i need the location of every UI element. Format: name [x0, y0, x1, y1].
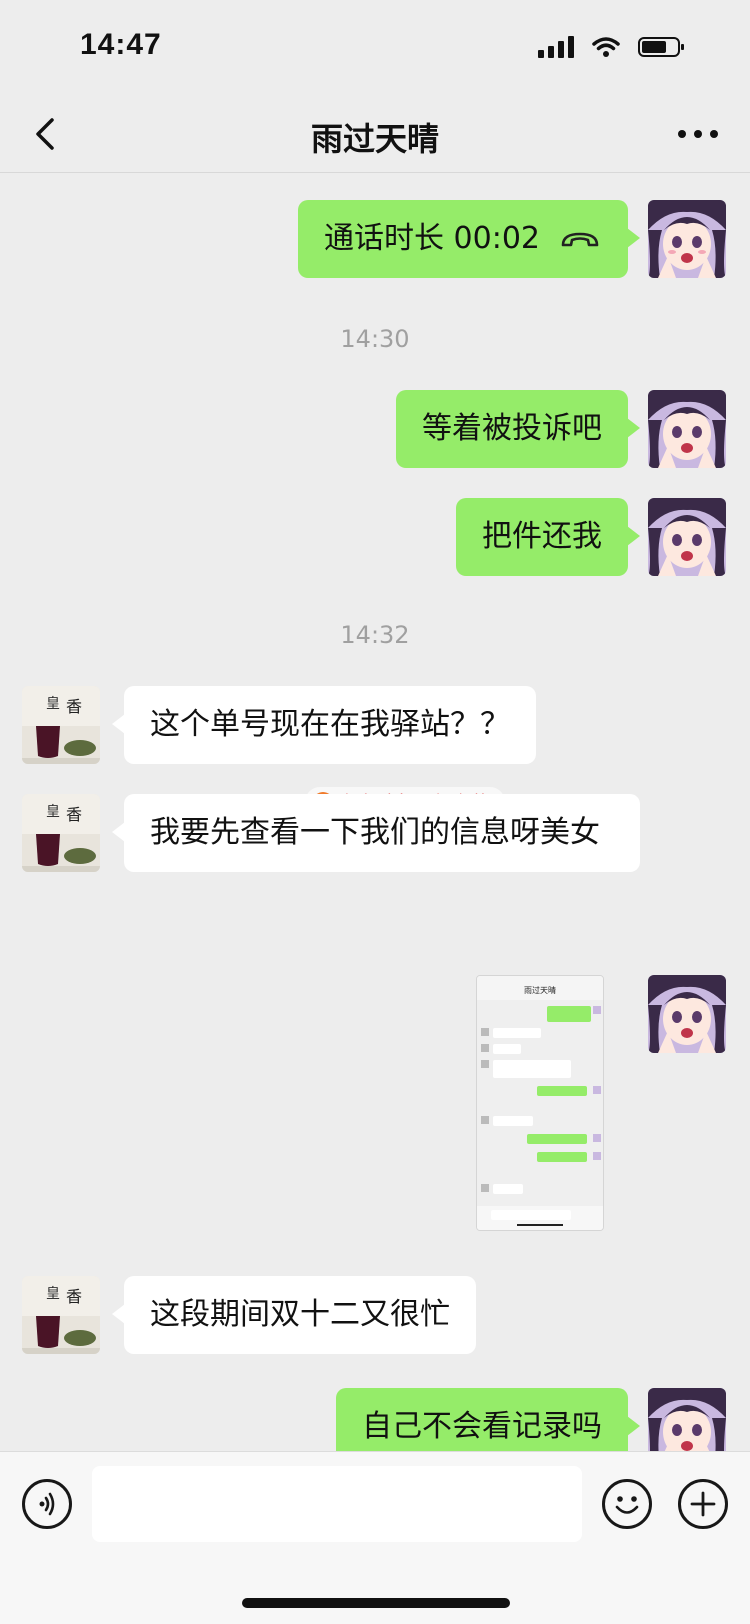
image-message[interactable]: 雨过天晴 — [476, 975, 604, 1231]
battery-icon — [638, 37, 684, 57]
screenshot-thumbnail: 雨过天晴 — [477, 976, 603, 1230]
status-time: 14:47 — [80, 28, 162, 61]
chat-header: 雨过天晴 — [0, 100, 750, 173]
svg-text:香: 香 — [66, 1287, 82, 1306]
call-duration-text: 通话时长 00:02 — [324, 221, 540, 256]
contact-avatar[interactable]: 皇 香 — [22, 686, 100, 764]
svg-text:皇: 皇 — [46, 1286, 60, 1302]
my-avatar[interactable] — [648, 1388, 726, 1451]
svg-text:香: 香 — [66, 805, 82, 824]
message-input[interactable] — [92, 1466, 582, 1542]
message-list[interactable]: 通话时长 00:02 14:30 等着被投诉吧 把件还我 14:32 皇 香 这… — [0, 173, 750, 1451]
thumbnail-title: 雨过天晴 — [524, 985, 556, 995]
message-bubble[interactable]: 把件还我 — [456, 498, 640, 576]
message-bubble[interactable]: 等着被投诉吧 — [396, 390, 640, 468]
my-avatar[interactable] — [648, 498, 726, 576]
message-bubble[interactable]: 这个单号现在在我驿站？？ — [112, 686, 536, 764]
timestamp: 14:32 — [340, 621, 410, 649]
contact-avatar[interactable]: 皇 香 — [22, 794, 100, 872]
voice-icon[interactable] — [22, 1479, 72, 1529]
message-bubble[interactable]: 这段期间双十二又很忙 — [112, 1276, 476, 1354]
status-icons — [538, 36, 684, 58]
hangup-phone-icon — [561, 232, 599, 246]
chat-title: 雨过天晴 — [310, 120, 439, 158]
my-avatar[interactable] — [648, 390, 726, 468]
input-bar — [0, 1451, 750, 1624]
more-dots-icon[interactable] — [678, 130, 718, 138]
contact-avatar[interactable]: 皇 香 — [22, 1276, 100, 1354]
home-indicator — [242, 1598, 510, 1608]
timestamp: 14:30 — [340, 325, 410, 353]
my-avatar[interactable] — [648, 975, 726, 1053]
my-avatar[interactable] — [648, 200, 726, 278]
status-bar: 14:47 — [0, 0, 750, 100]
wifi-icon — [592, 37, 620, 57]
plus-icon[interactable] — [678, 1479, 728, 1529]
svg-text:皇: 皇 — [46, 696, 60, 712]
svg-text:香: 香 — [66, 697, 82, 716]
cellular-signal-icon — [538, 36, 574, 58]
message-bubble[interactable]: 我要先查看一下我们的信息呀美女 — [112, 794, 640, 872]
emoji-icon[interactable] — [602, 1479, 652, 1529]
message-bubble[interactable]: 自己不会看记录吗 — [336, 1388, 640, 1451]
svg-text:皇: 皇 — [46, 804, 60, 820]
call-record-bubble[interactable]: 通话时长 00:02 — [298, 200, 640, 278]
